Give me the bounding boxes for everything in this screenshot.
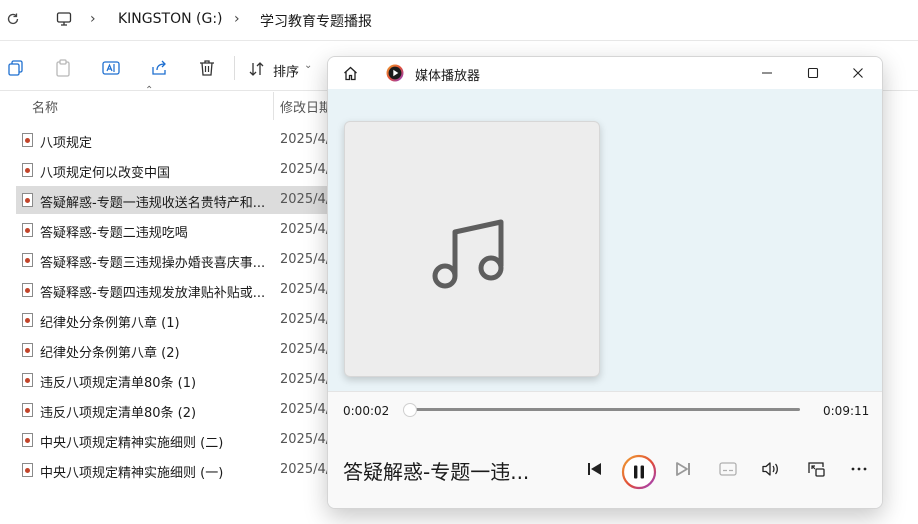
close-icon[interactable]: [852, 67, 864, 79]
column-header-name[interactable]: 名称: [32, 97, 58, 116]
file-row[interactable]: 八项规定 2025/4/: [16, 126, 331, 154]
file-name: 纪律处分条例第八章 (2): [40, 346, 180, 361]
seek-track: [408, 408, 800, 411]
file-name: 违反八项规定清单80条 (1): [40, 376, 197, 391]
file-modified-date: 2025/4/: [280, 282, 331, 297]
file-name: 中央八项规定精神实施细则 (一): [40, 466, 224, 481]
file-row[interactable]: 违反八项规定清单80条 (2) 2025/4/: [16, 396, 331, 424]
file-modified-date: 2025/4/: [280, 312, 331, 327]
audio-file-icon: [22, 253, 33, 267]
toolbar-divider: [234, 56, 235, 80]
total-duration: 0:09:11: [823, 404, 870, 418]
chevron-down-icon: ⌄: [304, 60, 313, 71]
file-name: 纪律处分条例第八章 (1): [40, 316, 180, 331]
maximize-icon[interactable]: [807, 67, 819, 79]
file-name: 中央八项规定精神实施细则 (二): [40, 436, 224, 451]
file-row[interactable]: 中央八项规定精神实施细则 (一) 2025/4/: [16, 456, 331, 484]
now-playing-title: 答疑解惑-专题一违...: [343, 460, 530, 484]
file-modified-date: 2025/4/: [280, 132, 331, 147]
copy-icon[interactable]: [6, 58, 26, 78]
file-row[interactable]: 违反八项规定清单80条 (1) 2025/4/: [16, 366, 331, 394]
miniplayer-icon[interactable]: [802, 455, 830, 483]
chevron-right-icon: ›: [90, 11, 96, 27]
file-name: 八项规定何以改变中国: [40, 166, 171, 181]
audio-file-icon: [22, 223, 33, 237]
sort-label: 排序: [273, 65, 300, 80]
file-modified-date: 2025/4/: [280, 402, 331, 417]
minimize-icon[interactable]: [761, 67, 773, 79]
file-name: 八项规定: [40, 136, 93, 151]
file-modified-date: 2025/4/: [280, 372, 331, 387]
file-modified-date: 2025/4/: [280, 252, 331, 267]
player-titlebar: 媒体播放器: [328, 57, 882, 89]
music-note-icon: [432, 219, 504, 289]
file-row[interactable]: 答疑释惑-专题二违规吃喝 2025/4/: [16, 216, 331, 244]
column-header-modified[interactable]: 修改日期: [280, 97, 332, 116]
file-row[interactable]: 纪律处分条例第八章 (2) 2025/4/: [16, 336, 331, 364]
player-title: 媒体播放器: [415, 69, 481, 84]
paste-icon[interactable]: [53, 58, 73, 78]
audio-file-icon: [22, 343, 33, 357]
pause-button[interactable]: [621, 454, 657, 490]
file-name: 答疑解惑-专题一违规收送名贵特产和...: [40, 196, 266, 211]
address-bar: › KINGSTON (G:) › 学习教育专题播报: [0, 0, 918, 41]
file-row[interactable]: 答疑释惑-专题三违规操办婚丧喜庆事... 2025/4/: [16, 246, 331, 274]
sort-icon: [249, 62, 264, 76]
rename-icon[interactable]: [101, 58, 121, 78]
audio-file-icon: [22, 463, 33, 477]
next-icon[interactable]: [669, 455, 697, 483]
file-row[interactable]: 纪律处分条例第八章 (1) 2025/4/: [16, 306, 331, 334]
audio-file-icon: [22, 283, 33, 297]
file-row[interactable]: 中央八项规定精神实施细则 (二) 2025/4/: [16, 426, 331, 454]
audio-file-icon: [22, 163, 33, 177]
seek-thumb[interactable]: [403, 404, 416, 416]
column-divider: [273, 92, 274, 120]
file-modified-date: 2025/4/: [280, 432, 331, 447]
file-modified-date: 2025/4/: [280, 192, 331, 207]
audio-file-icon: [22, 313, 33, 327]
media-player-logo-icon: [386, 64, 404, 82]
file-name: 违反八项规定清单80条 (2): [40, 406, 197, 421]
seek-bar[interactable]: [403, 402, 802, 418]
refresh-icon[interactable]: [6, 12, 20, 26]
file-name: 答疑释惑-专题二违规吃喝: [40, 226, 188, 241]
sort-button[interactable]: 排序 ⌄: [248, 58, 318, 80]
audio-file-icon: [22, 193, 33, 207]
elapsed-time: 0:00:02: [343, 404, 390, 418]
computer-icon[interactable]: [56, 11, 72, 27]
file-modified-date: 2025/4/: [280, 342, 331, 357]
sort-ascending-indicator: ⌃: [145, 85, 154, 96]
audio-file-icon: [22, 133, 33, 147]
file-name: 答疑释惑-专题四违规发放津贴补贴或...: [40, 286, 266, 301]
file-modified-date: 2025/4/: [280, 222, 331, 237]
audio-file-icon: [22, 373, 33, 387]
album-art: [344, 121, 600, 377]
media-player-window: 媒体播放器 0:00:02 0:09:11 答疑解惑-专题一违...: [327, 56, 883, 509]
previous-icon[interactable]: [581, 455, 609, 483]
playback-controls: 0:00:02 0:09:11 答疑解惑-专题一违...: [328, 391, 882, 508]
file-modified-date: 2025/4/: [280, 162, 331, 177]
file-row[interactable]: 答疑解惑-专题一违规收送名贵特产和... 2025/4/: [16, 186, 331, 214]
breadcrumb-folder[interactable]: 学习教育专题播报: [260, 11, 372, 31]
subtitles-icon[interactable]: [714, 455, 742, 483]
share-icon[interactable]: [149, 58, 169, 78]
file-name: 答疑释惑-专题三违规操办婚丧喜庆事...: [40, 256, 266, 271]
chevron-right-icon: ›: [234, 11, 240, 27]
home-icon[interactable]: [342, 65, 359, 82]
file-modified-date: 2025/4/: [280, 462, 331, 477]
more-options-icon[interactable]: [845, 455, 873, 483]
audio-file-icon: [22, 433, 33, 447]
audio-file-icon: [22, 403, 33, 417]
volume-icon[interactable]: [757, 455, 785, 483]
breadcrumb-drive[interactable]: KINGSTON (G:): [118, 11, 223, 27]
file-row[interactable]: 八项规定何以改变中国 2025/4/: [16, 156, 331, 184]
delete-icon[interactable]: [197, 58, 217, 78]
file-row[interactable]: 答疑释惑-专题四违规发放津贴补贴或... 2025/4/: [16, 276, 331, 304]
